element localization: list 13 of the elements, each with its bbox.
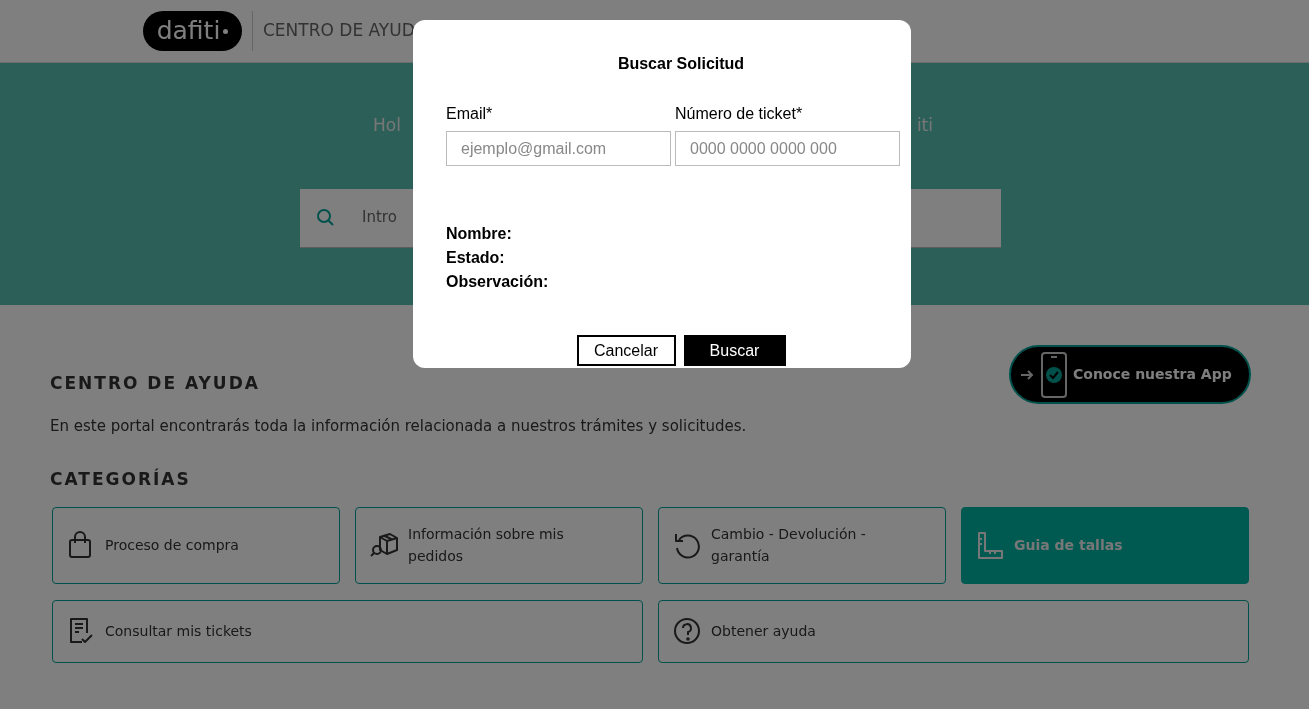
result-label: Estado:	[446, 248, 506, 268]
hero-heading: iti	[916, 114, 933, 137]
header-title: CENTRO DE AYUD	[263, 19, 415, 43]
field-label: Número de ticket*	[675, 104, 804, 124]
hero-heading: Hol	[373, 114, 401, 137]
dialog-title: Buscar Solicitud	[616, 54, 746, 74]
result-label: Nombre:	[446, 224, 513, 244]
result-label: Observación:	[446, 272, 550, 292]
section-heading: CENTRO DE AYUDA	[50, 372, 260, 395]
section-heading: CATEGORÍAS	[50, 467, 191, 491]
logo-text: dafiti	[156, 15, 221, 48]
intro-paragraph: En este portal encontrarás toda la información relacionada a nuestros trámites y solicitudes.	[50, 415, 748, 437]
field-label: Email*	[446, 104, 494, 124]
